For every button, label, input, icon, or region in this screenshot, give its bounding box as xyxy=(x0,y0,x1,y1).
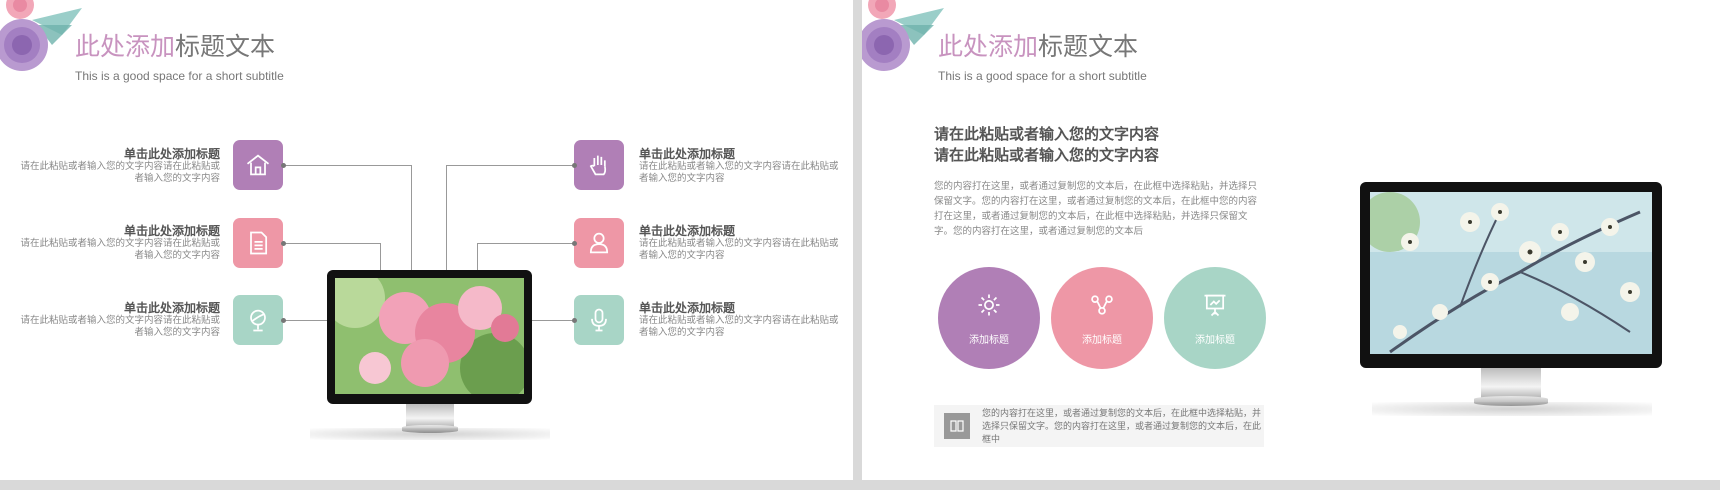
monitor-image xyxy=(310,270,550,440)
circle-item-2[interactable]: 添加标题 xyxy=(1051,267,1153,369)
slide-title: 此处添加标题文本 xyxy=(75,27,284,63)
document-icon-box[interactable] xyxy=(233,218,283,268)
share-icon xyxy=(1091,294,1113,315)
monitor-shadow xyxy=(1372,402,1652,416)
circle-item-1[interactable]: 添加标题 xyxy=(938,267,1040,369)
hand-icon-box[interactable] xyxy=(574,140,624,190)
title-block: 此处添加标题文本 This is a good space for a shor… xyxy=(75,27,284,83)
item-title: 单击此处添加标题 xyxy=(639,224,736,238)
slide-subtitle: This is a good space for a short subtitl… xyxy=(75,69,284,83)
globe-icon xyxy=(250,309,266,332)
item-body: 请在此粘贴或者输入您的文字内容请在此粘贴或者输入您的文字内容 xyxy=(639,238,839,261)
left-item-1: 单击此处添加标题 请在此粘贴或者输入您的文字内容请在此粘贴或者输入您的文字内容 xyxy=(20,147,220,185)
circle-label: 添加标题 xyxy=(1082,334,1122,346)
note-box: 您的内容打在这里，或者通过复制您的文本后，在此框中选择粘贴，并选择只保留文字。您… xyxy=(934,405,1264,447)
heading-line: 请在此粘贴或者输入您的文字内容 xyxy=(934,147,1160,164)
item-body: 请在此粘贴或者输入您的文字内容请在此粘贴或者输入您的文字内容 xyxy=(20,315,220,338)
book-icon xyxy=(944,413,970,439)
monitor-screen-blossoms xyxy=(1370,192,1652,354)
item-body: 请在此粘贴或者输入您的文字内容请在此粘贴或者输入您的文字内容 xyxy=(20,161,220,184)
flower-decoration-icon xyxy=(0,0,82,71)
connector-dot xyxy=(281,163,286,168)
circle-item-3[interactable]: 添加标题 xyxy=(1164,267,1266,369)
globe-icon-box[interactable] xyxy=(233,295,283,345)
connector-dot xyxy=(572,163,577,168)
hand-icon xyxy=(589,155,607,176)
circle-label: 添加标题 xyxy=(969,334,1009,346)
document-icon xyxy=(250,231,268,255)
item-title: 单击此处添加标题 xyxy=(639,147,736,161)
title-accent: 此处添加 xyxy=(75,33,176,61)
gear-icon xyxy=(978,294,1000,315)
item-title: 单击此处添加标题 xyxy=(123,301,220,315)
left-item-2: 单击此处添加标题 请在此粘贴或者输入您的文字内容请在此粘贴或者输入您的文字内容 xyxy=(20,224,220,262)
user-icon-box[interactable] xyxy=(574,218,624,268)
title-block: 此处添加标题文本 This is a good space for a shor… xyxy=(938,27,1147,83)
slide-subtitle: This is a good space for a short subtitl… xyxy=(938,69,1147,83)
connector-dot xyxy=(281,318,286,323)
presentation-icon xyxy=(1204,294,1226,316)
item-body: 请在此粘贴或者输入您的文字内容请在此粘贴或者输入您的文字内容 xyxy=(639,315,839,338)
item-body: 请在此粘贴或者输入您的文字内容请在此粘贴或者输入您的文字内容 xyxy=(639,161,839,184)
left-item-3: 单击此处添加标题 请在此粘贴或者输入您的文字内容请在此粘贴或者输入您的文字内容 xyxy=(20,301,220,339)
connector-line xyxy=(477,243,574,272)
item-title: 单击此处添加标题 xyxy=(639,301,736,315)
note-text: 您的内容打在这里，或者通过复制您的文本后，在此框中选择粘贴，并选择只保留文字。您… xyxy=(982,408,1262,444)
connector-dot xyxy=(572,241,577,246)
content-heading: 请在此粘贴或者输入您的文字内容 请在此粘贴或者输入您的文字内容 xyxy=(934,124,1159,166)
monitor-screen-flowers xyxy=(335,278,524,394)
microphone-icon xyxy=(591,308,607,332)
title-rest: 标题文本 xyxy=(175,33,276,61)
item-body: 请在此粘贴或者输入您的文字内容请在此粘贴或者输入您的文字内容 xyxy=(20,238,220,261)
title-rest: 标题文本 xyxy=(1038,33,1139,61)
slide-right: 此处添加标题文本 This is a good space for a shor… xyxy=(862,0,1720,480)
slide-title: 此处添加标题文本 xyxy=(938,27,1147,63)
content-paragraph: 您的内容打在这里，或者通过复制您的文本后，在此框中选择粘贴，并选择只保留文字。您… xyxy=(934,181,1258,237)
connector-dot xyxy=(572,318,577,323)
item-title: 单击此处添加标题 xyxy=(123,224,220,238)
microphone-icon-box[interactable] xyxy=(574,295,624,345)
connector-line xyxy=(283,243,381,272)
title-accent: 此处添加 xyxy=(938,33,1039,61)
item-title: 单击此处添加标题 xyxy=(123,147,220,161)
home-icon-box[interactable] xyxy=(233,140,283,190)
monitor-shadow xyxy=(310,428,550,440)
slide-left: 此处添加标题文本 This is a good space for a shor… xyxy=(0,0,853,480)
heading-line: 请在此粘贴或者输入您的文字内容 xyxy=(934,126,1160,143)
home-icon xyxy=(246,154,270,176)
circle-label: 添加标题 xyxy=(1195,334,1235,346)
user-icon xyxy=(589,232,609,254)
flower-decoration-icon xyxy=(862,0,944,71)
right-item-3: 单击此处添加标题 请在此粘贴或者输入您的文字内容请在此粘贴或者输入您的文字内容 xyxy=(639,301,839,339)
right-item-2: 单击此处添加标题 请在此粘贴或者输入您的文字内容请在此粘贴或者输入您的文字内容 xyxy=(639,224,839,262)
monitor-image xyxy=(1352,180,1672,420)
connector-dot xyxy=(281,241,286,246)
right-item-1: 单击此处添加标题 请在此粘贴或者输入您的文字内容请在此粘贴或者输入您的文字内容 xyxy=(639,147,839,185)
